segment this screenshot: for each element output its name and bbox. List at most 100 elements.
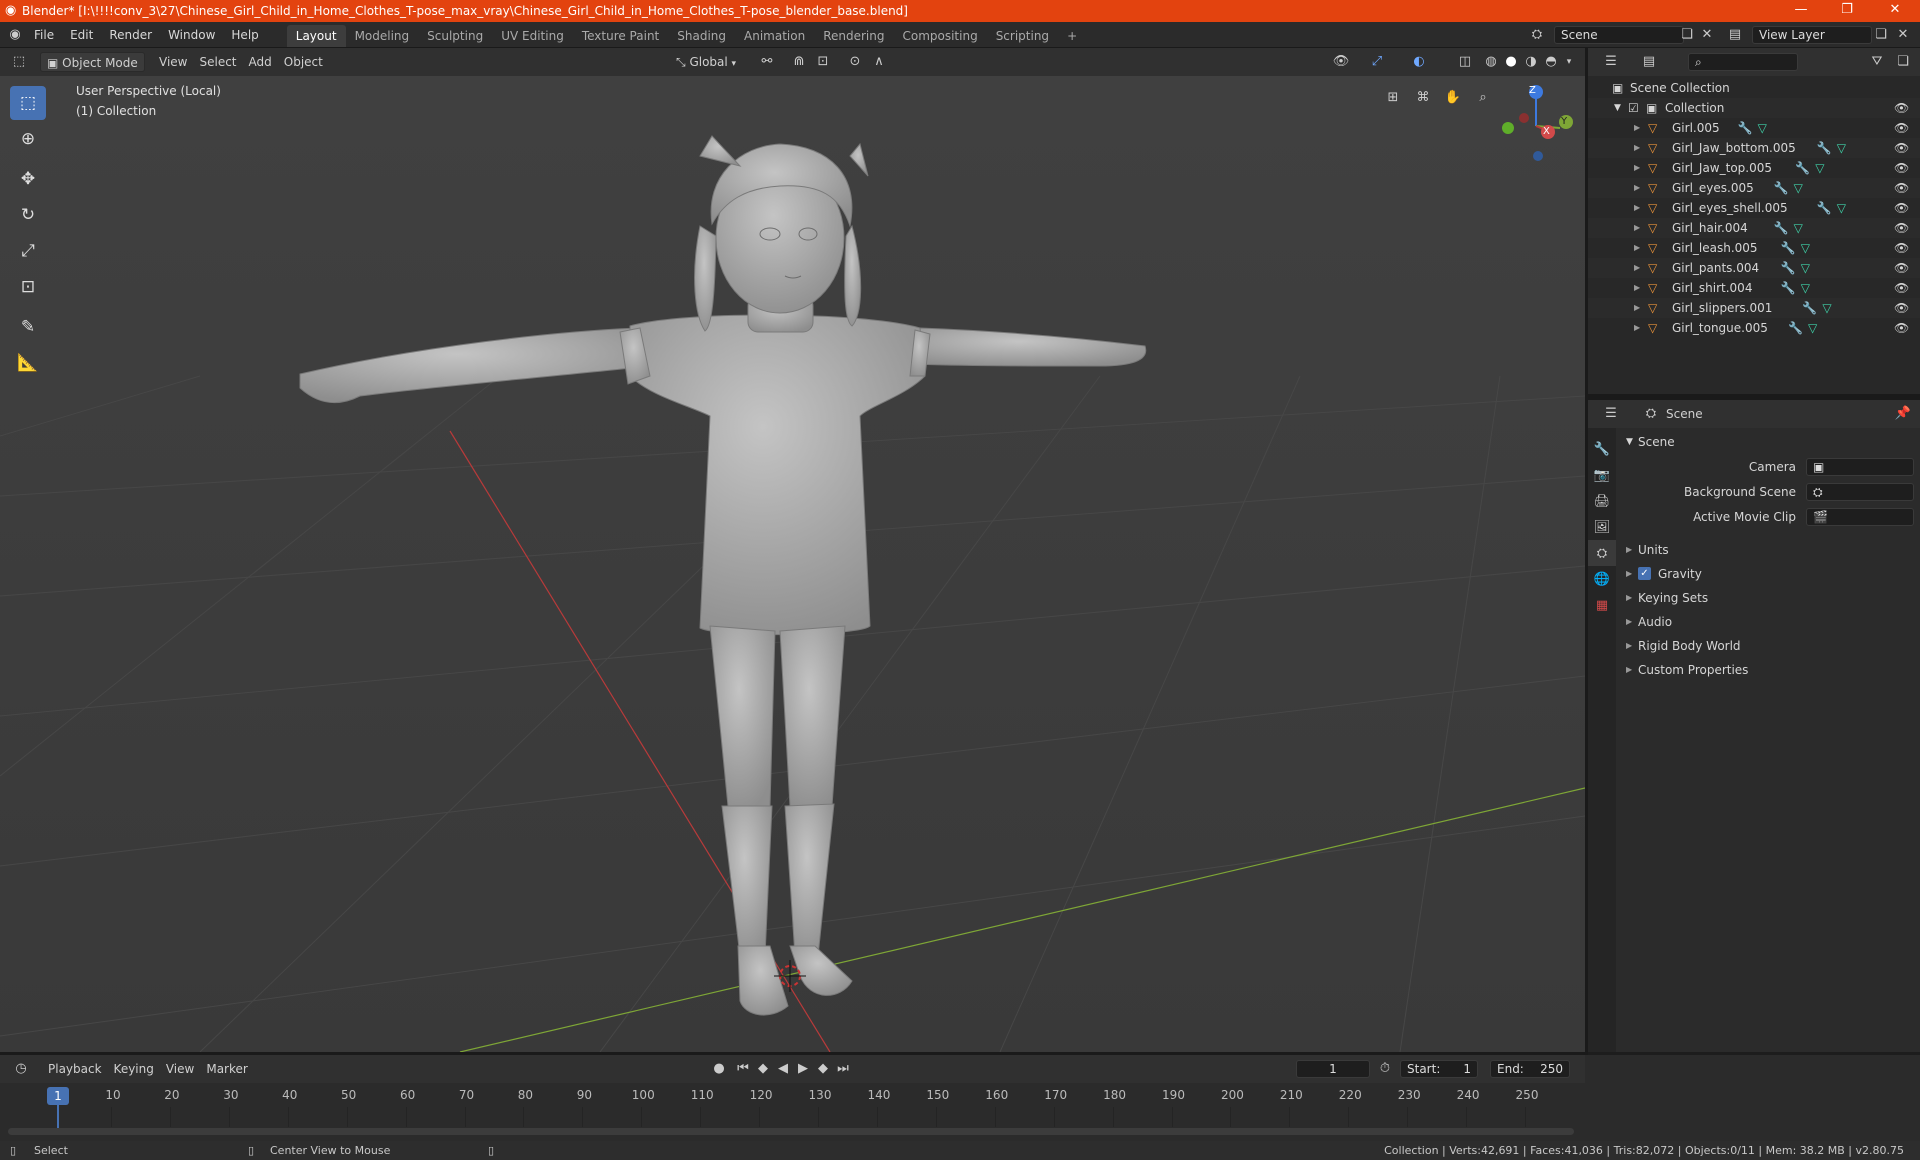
- view-layer-browse-icon[interactable]: ▤: [1724, 25, 1746, 45]
- scene-tab-icon[interactable]: ⛭: [1588, 540, 1616, 566]
- scene-browse-icon[interactable]: ⛭: [1526, 25, 1548, 45]
- expand-arrow-icon[interactable]: ▶: [1626, 538, 1632, 562]
- eye-icon[interactable]: 👁: [1894, 298, 1909, 318]
- next-keyframe-icon[interactable]: ◆: [812, 1059, 834, 1079]
- playhead-frame-indicator[interactable]: 1: [47, 1087, 69, 1105]
- maximize-button[interactable]: ❐: [1824, 0, 1870, 22]
- menu-window[interactable]: Window: [160, 22, 223, 48]
- expand-arrow-icon[interactable]: ▶: [1626, 610, 1632, 634]
- timeline-menu-keying[interactable]: Keying: [108, 1059, 160, 1079]
- modifier-icon[interactable]: 🔧: [1817, 138, 1832, 158]
- wireframe-shading-icon[interactable]: ◍: [1480, 52, 1502, 72]
- viewport-timeline-splitter[interactable]: [0, 1052, 1585, 1055]
- outliner-object-row[interactable]: ▶ ▽ Girl_hair.004 🔧 ▽ 👁: [1588, 218, 1920, 238]
- timeline[interactable]: 10 20 30 40 50 60 70 80 90 100 110 120 130 140 150 160 1…: [0, 1083, 1585, 1141]
- end-frame-field[interactable]: End: 250: [1490, 1060, 1570, 1078]
- close-button[interactable]: ✕: [1872, 0, 1918, 22]
- modifier-icon[interactable]: 🔧: [1795, 158, 1810, 178]
- eye-icon[interactable]: 👁: [1894, 318, 1909, 338]
- properties-section-keying-sets[interactable]: ▶ Keying Sets: [1616, 586, 1920, 610]
- expand-arrow-icon[interactable]: ▶: [1634, 218, 1640, 238]
- prev-keyframe-icon[interactable]: ◆: [752, 1059, 774, 1079]
- view-layer-field[interactable]: View Layer: [1752, 26, 1872, 44]
- expand-arrow-icon[interactable]: ▶: [1626, 586, 1632, 610]
- tab-shading[interactable]: Shading: [668, 25, 735, 47]
- viewport-menu-select[interactable]: Select: [193, 52, 242, 72]
- transform-tool-icon[interactable]: ⊡: [10, 270, 46, 304]
- tab-compositing[interactable]: Compositing: [893, 25, 986, 47]
- snap-icon[interactable]: ⋒: [788, 52, 810, 72]
- xray-icon[interactable]: ◫: [1454, 52, 1476, 72]
- texture-tab-icon[interactable]: ▦: [1588, 592, 1616, 618]
- mesh-data-icon[interactable]: ▽: [1837, 198, 1846, 218]
- outliner-object-row[interactable]: ▶ ▽ Girl_leash.005 🔧 ▽ 👁: [1588, 238, 1920, 258]
- current-frame-field[interactable]: 1: [1296, 1060, 1370, 1078]
- annotate-tool-icon[interactable]: ✎: [10, 310, 46, 344]
- outliner-object-row[interactable]: ▶ ▽ Girl_tongue.005 🔧 ▽ 👁: [1588, 318, 1920, 338]
- move-tool-icon[interactable]: ✥: [10, 162, 46, 196]
- modifier-icon[interactable]: 🔧: [1781, 238, 1796, 258]
- pin-icon[interactable]: 📌: [1892, 404, 1914, 424]
- tab-rendering[interactable]: Rendering: [814, 25, 893, 47]
- background-scene-field[interactable]: ⛭: [1806, 483, 1914, 501]
- object-mode-dropdown[interactable]: ▣ Object Mode ▾: [40, 52, 145, 90]
- eye-icon[interactable]: 👁: [1894, 278, 1909, 298]
- expand-arrow-icon[interactable]: ▶: [1634, 198, 1640, 218]
- mesh-data-icon[interactable]: ▽: [1822, 298, 1831, 318]
- eye-icon[interactable]: 👁: [1894, 98, 1909, 118]
- mesh-data-icon[interactable]: ▽: [1794, 218, 1803, 238]
- tab-animation[interactable]: Animation: [735, 25, 814, 47]
- eye-icon[interactable]: 👁: [1894, 218, 1909, 238]
- record-icon[interactable]: ●: [708, 1059, 730, 1079]
- expand-arrow-icon[interactable]: ▶: [1626, 634, 1632, 658]
- eye-icon[interactable]: 👁: [1894, 198, 1909, 218]
- outliner-properties-splitter[interactable]: [1588, 394, 1920, 400]
- properties-section-audio[interactable]: ▶ Audio: [1616, 610, 1920, 634]
- play-reverse-icon[interactable]: ◀: [772, 1059, 794, 1079]
- expand-arrow-icon[interactable]: ▶: [1626, 562, 1632, 586]
- measure-tool-icon[interactable]: 📐: [10, 346, 46, 380]
- expand-arrow-icon[interactable]: ▶: [1634, 158, 1640, 178]
- vertical-splitter[interactable]: [1585, 48, 1588, 1055]
- stopwatch-icon[interactable]: ⏱: [1374, 1059, 1396, 1079]
- delete-view-layer-icon[interactable]: ✕: [1892, 25, 1914, 45]
- editor-type-icon[interactable]: ⬚: [8, 52, 30, 72]
- outliner-editor-type-icon[interactable]: ☰: [1600, 52, 1622, 72]
- outliner-object-row[interactable]: ▶ ▽ Girl.005 🔧 ▽ 👁: [1588, 118, 1920, 138]
- scene-name-field[interactable]: Scene: [1554, 26, 1684, 44]
- outliner-object-row[interactable]: ▶ ▽ Girl_Jaw_bottom.005 🔧 ▽ 👁: [1588, 138, 1920, 158]
- properties-section-gravity[interactable]: ▶ ✓ Gravity: [1616, 562, 1920, 586]
- outliner-object-row[interactable]: ▶ ▽ Girl_eyes.005 🔧 ▽ 👁: [1588, 178, 1920, 198]
- snap-target-icon[interactable]: ⊡: [812, 52, 834, 72]
- camera-view-icon[interactable]: ⌘: [1412, 88, 1434, 108]
- outliner-object-row[interactable]: ▶ ▽ Girl_eyes_shell.005 🔧 ▽ 👁: [1588, 198, 1920, 218]
- menu-edit[interactable]: Edit: [62, 22, 101, 48]
- active-movie-clip-field[interactable]: 🎬: [1806, 508, 1914, 526]
- expand-arrow-icon[interactable]: ▶: [1634, 298, 1640, 318]
- modifier-icon[interactable]: 🔧: [1781, 278, 1796, 298]
- start-frame-field[interactable]: Start: 1: [1400, 1060, 1478, 1078]
- modifier-icon[interactable]: 🔧: [1817, 198, 1832, 218]
- transform-orientation-dropdown[interactable]: ⤡ Global ▾: [670, 52, 742, 72]
- eye-icon[interactable]: 👁: [1894, 138, 1909, 158]
- outliner-search-input[interactable]: ⌕: [1688, 53, 1798, 71]
- mesh-data-icon[interactable]: ▽: [1801, 278, 1810, 298]
- eye-icon[interactable]: 👁: [1894, 118, 1909, 138]
- falloff-icon[interactable]: ∧: [868, 52, 890, 72]
- expand-arrow-icon[interactable]: ▶: [1634, 178, 1640, 198]
- expand-arrow-icon[interactable]: ▶: [1634, 258, 1640, 278]
- output-tab-icon[interactable]: 🖨: [1588, 488, 1616, 514]
- outliner-collection[interactable]: ▼ ☑ ▣ Collection 👁: [1588, 98, 1920, 118]
- tab-sculpting[interactable]: Sculpting: [418, 25, 492, 47]
- timeline-menu-playback[interactable]: Playback: [42, 1059, 108, 1079]
- menu-help[interactable]: Help: [223, 22, 266, 48]
- zoom-icon[interactable]: ⌕: [1472, 88, 1494, 108]
- camera-field[interactable]: ▣: [1806, 458, 1914, 476]
- viewport-menu-view[interactable]: View: [153, 52, 193, 72]
- shading-options-icon[interactable]: ▾: [1558, 52, 1580, 72]
- mesh-data-icon[interactable]: ▽: [1837, 138, 1846, 158]
- menu-file[interactable]: File: [26, 22, 62, 48]
- expand-arrow-icon[interactable]: ▶: [1634, 138, 1640, 158]
- timeline-scrollbar[interactable]: [8, 1128, 1574, 1135]
- overlay-toggle-icon[interactable]: ◐: [1408, 52, 1430, 72]
